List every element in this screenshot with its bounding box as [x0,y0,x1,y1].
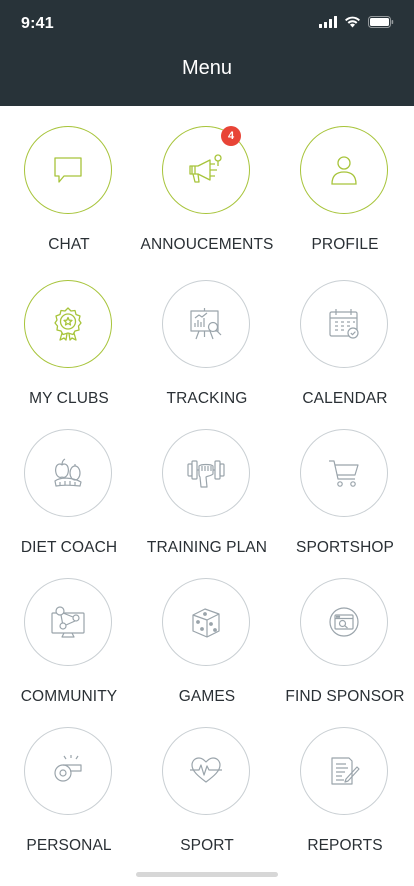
menu-item-label: PROFILE [311,236,379,253]
cart-icon [329,460,359,487]
menu-item-find-sponsor[interactable]: FIND SPONSOR [276,558,414,707]
menu-item-label: SPORT [180,837,234,854]
menu-item-circle [300,578,388,666]
menu-item-label: GAMES [178,688,236,705]
status-icons [319,16,394,28]
signal-icon [319,16,337,28]
notification-badge: 4 [221,126,241,146]
menu-item-circle [24,280,112,368]
menu-item-label: SPORTSHOP [296,539,394,556]
dice-icon [192,608,220,638]
menu-item-calendar[interactable]: CALENDAR [276,260,414,409]
menu-item-label: CHAT [48,236,90,253]
user-icon [331,156,357,185]
menu-item-label: TRAINING PLAN [146,539,268,556]
wifi-icon [345,16,360,28]
menu-item-sport[interactable]: SPORT [138,707,276,856]
menu-item-my-clubs[interactable]: MY CLUBS [0,260,138,409]
menu-item-announcements[interactable]: ANNOUCEMENTS [138,106,276,255]
menu-item-label: TRACKING [166,390,248,407]
presentation-chart-icon [190,308,222,340]
heartbeat-icon [190,757,222,783]
menu-item-chat[interactable]: CHAT [0,106,138,255]
app-header: 9:41 Menu [0,0,414,106]
menu-grid: CHAT ANNOUCEMENTS PROFILE MY CLUBS TRACK… [0,106,414,886]
web-search-icon [329,607,359,637]
menu-item-circle [162,578,250,666]
menu-item-label: COMMUNITY [20,688,118,705]
battery-icon [368,16,394,28]
report-icon [331,757,360,785]
menu-item-circle [162,429,250,517]
menu-item-tracking[interactable]: TRACKING [138,260,276,409]
menu-item-label: ANNOUCEMENTS [140,236,274,253]
menu-item-circle [24,429,112,517]
home-indicator [136,872,278,877]
menu-item-circle [24,578,112,666]
whistle-icon [54,755,82,782]
menu-item-sportshop[interactable]: SPORTSHOP [276,409,414,558]
menu-item-circle [300,126,388,214]
menu-item-community[interactable]: COMMUNITY [0,558,138,707]
menu-item-circle [300,727,388,815]
menu-item-reports[interactable]: REPORTS [276,707,414,856]
menu-item-circle [300,429,388,517]
fruits-icon [54,458,82,487]
menu-item-personal[interactable]: PERSONAL [0,707,138,856]
status-bar: 9:41 [0,0,414,48]
menu-item-label: PERSONAL [26,837,112,854]
medal-icon [54,307,82,341]
menu-item-profile[interactable]: PROFILE [276,106,414,255]
menu-item-circle [24,727,112,815]
page-title: Menu [181,57,233,79]
status-time: 9:41 [21,15,54,32]
calendar-icon [329,309,359,339]
menu-item-circle [24,126,112,214]
menu-item-games[interactable]: GAMES [138,558,276,707]
menu-item-label: REPORTS [307,837,383,854]
menu-item-label: FIND SPONSOR [285,688,405,705]
network-monitor-icon [51,606,85,638]
megaphone-icon [189,154,222,183]
menu-item-label: MY CLUBS [29,390,109,407]
menu-item-circle [300,280,388,368]
menu-item-circle [162,280,250,368]
menu-item-label: DIET COACH [20,539,118,556]
chat-icon [54,157,82,183]
menu-item-diet-coach[interactable]: DIET COACH [0,409,138,558]
dumbbell-icon [187,460,225,488]
menu-item-circle [162,727,250,815]
menu-item-training-plan[interactable]: TRAINING PLAN [138,409,276,558]
menu-item-label: CALENDAR [302,390,388,407]
